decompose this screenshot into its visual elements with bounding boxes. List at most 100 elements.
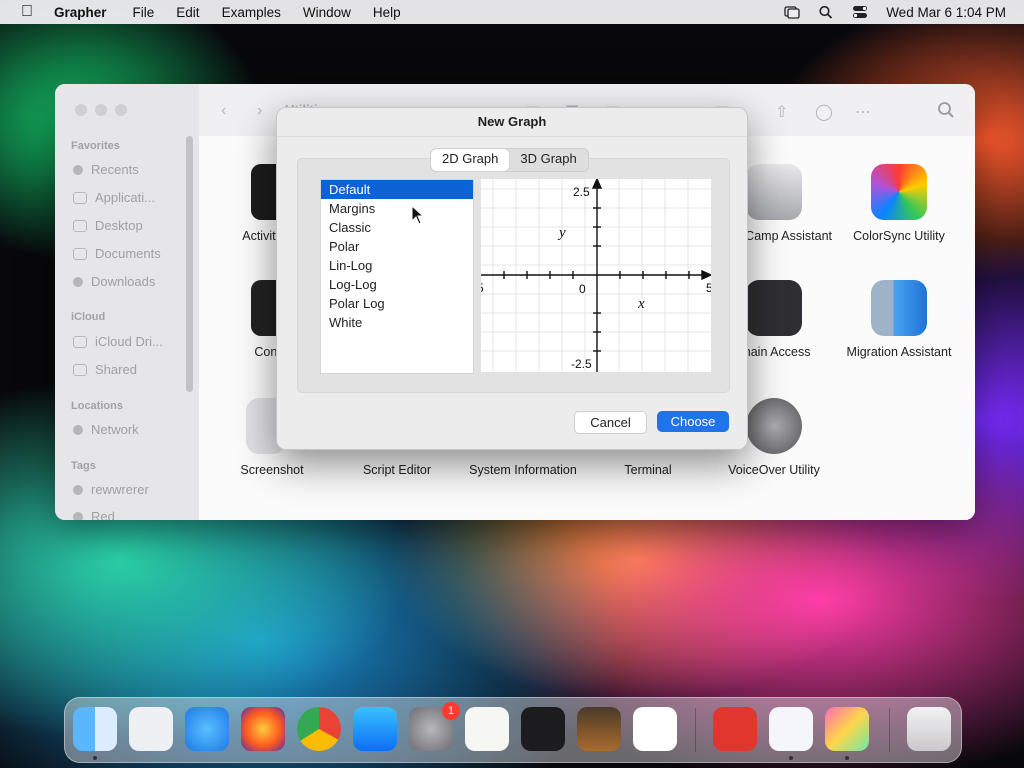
origin-label: 0 <box>579 282 586 296</box>
app-menu-grapher[interactable]: Grapher <box>54 5 107 20</box>
vscode-app-icon[interactable] <box>633 707 677 751</box>
keychain-keys-icon <box>746 280 802 336</box>
forward-chevron-icon[interactable]: › <box>257 102 262 120</box>
safari-app-icon[interactable] <box>185 707 229 751</box>
document-icon <box>73 247 87 260</box>
dock-separator <box>695 708 696 752</box>
voiceover-accessibility-icon <box>746 398 802 454</box>
running-indicator <box>845 756 849 760</box>
tag-dot-icon <box>73 484 83 495</box>
search-icon[interactable] <box>937 101 955 119</box>
colorsync-icon <box>871 164 927 220</box>
mouse-pointer-icon <box>411 205 425 225</box>
template-item-classic[interactable]: Classic <box>321 218 473 237</box>
applications-icon <box>73 191 87 204</box>
sidebar-item-network[interactable]: Network <box>73 422 139 437</box>
photo-booth-app-icon[interactable] <box>713 707 757 751</box>
tag-dot-icon <box>73 511 83 520</box>
screen-mirroring-icon[interactable] <box>784 5 800 19</box>
zoom-window-button[interactable] <box>115 104 127 116</box>
sidebar-item-label: Red <box>91 509 115 520</box>
sidebar-header-favorites: Favorites <box>71 140 120 152</box>
textedit-app-icon[interactable] <box>465 707 509 751</box>
template-item-log-log[interactable]: Log-Log <box>321 275 473 294</box>
chrome-app-icon[interactable] <box>297 707 341 751</box>
sidebar-item-recents[interactable]: Recents <box>73 162 139 177</box>
running-indicator <box>789 756 793 760</box>
firefox-app-icon[interactable] <box>241 707 285 751</box>
sidebar-item-tag-red[interactable]: Red <box>73 509 115 520</box>
sidebar-item-label: iCloud Dri... <box>95 334 163 349</box>
x-axis-max-label: 5 <box>706 281 711 295</box>
sidebar-item-desktop[interactable]: Desktop <box>73 218 143 233</box>
spotlight-search-icon[interactable] <box>818 5 834 19</box>
apple-menu-icon[interactable]:  <box>0 3 54 21</box>
control-center-icon[interactable] <box>852 5 868 19</box>
terminal-app-icon[interactable] <box>521 707 565 751</box>
boot-camp-icon <box>746 164 802 220</box>
app-label: Terminal <box>624 463 672 477</box>
garageband-app-icon[interactable] <box>577 707 621 751</box>
close-window-button[interactable] <box>75 104 87 116</box>
template-item-default[interactable]: Default <box>321 180 473 199</box>
menu-edit[interactable]: Edit <box>176 5 199 20</box>
sidebar-item-tag-rewwrerer[interactable]: rewwrerer <box>73 482 149 497</box>
trash-icon[interactable] <box>907 707 951 751</box>
sidebar-item-label: rewwrerer <box>91 482 149 497</box>
grapher-app-icon[interactable] <box>825 707 869 751</box>
network-globe-icon <box>73 424 83 435</box>
template-item-polar-log[interactable]: Polar Log <box>321 294 473 313</box>
back-chevron-icon[interactable]: ‹ <box>221 102 226 120</box>
app-store-app-icon[interactable] <box>353 707 397 751</box>
sidebar-item-label: Shared <box>95 362 137 377</box>
choose-button[interactable]: Choose <box>657 411 729 432</box>
menubar-clock[interactable]: Wed Mar 6 1:04 PM <box>886 5 1006 20</box>
window-controls <box>75 104 127 116</box>
sidebar-item-label: Downloads <box>91 274 156 289</box>
share-icon[interactable]: ⇧ <box>775 102 788 122</box>
shared-folder-icon <box>73 363 87 376</box>
minimize-window-button[interactable] <box>95 104 107 116</box>
download-icon <box>73 276 83 287</box>
app-label: ColorSync Utility <box>853 229 945 243</box>
template-item-white[interactable]: White <box>321 313 473 332</box>
sidebar-item-icloud-drive[interactable]: iCloud Dri... <box>73 334 163 349</box>
sidebar-header-locations: Locations <box>71 400 123 412</box>
sidebar-item-applications[interactable]: Applicati... <box>73 190 155 205</box>
template-item-lin-log[interactable]: Lin-Log <box>321 256 473 275</box>
dialog-title: New Graph <box>277 108 747 137</box>
app-item-migration-assistant[interactable]: Migration Assistant <box>839 280 959 360</box>
y-axis-max-label: 2.5 <box>573 185 590 199</box>
sidebar-scrollbar[interactable] <box>186 136 193 392</box>
freeform-app-icon[interactable] <box>769 707 813 751</box>
launchpad-app-icon[interactable] <box>129 707 173 751</box>
app-item-colorsync[interactable]: ColorSync Utility <box>839 164 959 244</box>
x-variable-label: x <box>637 296 645 312</box>
finder-sidebar: Favorites Recents Applicati... Desktop D… <box>55 84 200 520</box>
sidebar-item-documents[interactable]: Documents <box>73 246 161 261</box>
sidebar-item-label: Desktop <box>95 218 143 233</box>
dock-separator <box>889 708 890 752</box>
sidebar-item-shared[interactable]: Shared <box>73 362 137 377</box>
finder-app-icon[interactable] <box>73 707 117 751</box>
more-actions-icon[interactable]: ⋯ <box>855 102 871 122</box>
sidebar-item-label: Network <box>91 422 139 437</box>
cancel-button[interactable]: Cancel <box>574 411 647 434</box>
clock-icon <box>73 164 83 175</box>
sidebar-item-downloads[interactable]: Downloads <box>73 274 155 289</box>
y-axis-min-label: -2.5 <box>571 357 592 371</box>
template-item-polar[interactable]: Polar <box>321 237 473 256</box>
template-item-margins[interactable]: Margins <box>321 199 473 218</box>
sidebar-header-icloud: iCloud <box>71 311 106 323</box>
menu-help[interactable]: Help <box>373 5 401 20</box>
tag-icon[interactable]: ◯ <box>815 102 833 122</box>
tab-2d-graph[interactable]: 2D Graph <box>431 149 510 171</box>
menu-file[interactable]: File <box>133 5 155 20</box>
menu-examples[interactable]: Examples <box>222 5 281 20</box>
x-axis-min-label: -5 <box>481 281 484 295</box>
app-label: VoiceOver Utility <box>728 463 820 477</box>
menu-bar:  Grapher File Edit Examples Window Help… <box>0 0 1024 24</box>
tab-3d-graph[interactable]: 3D Graph <box>509 149 587 171</box>
menu-window[interactable]: Window <box>303 5 351 20</box>
app-label: Screenshot <box>240 463 304 477</box>
